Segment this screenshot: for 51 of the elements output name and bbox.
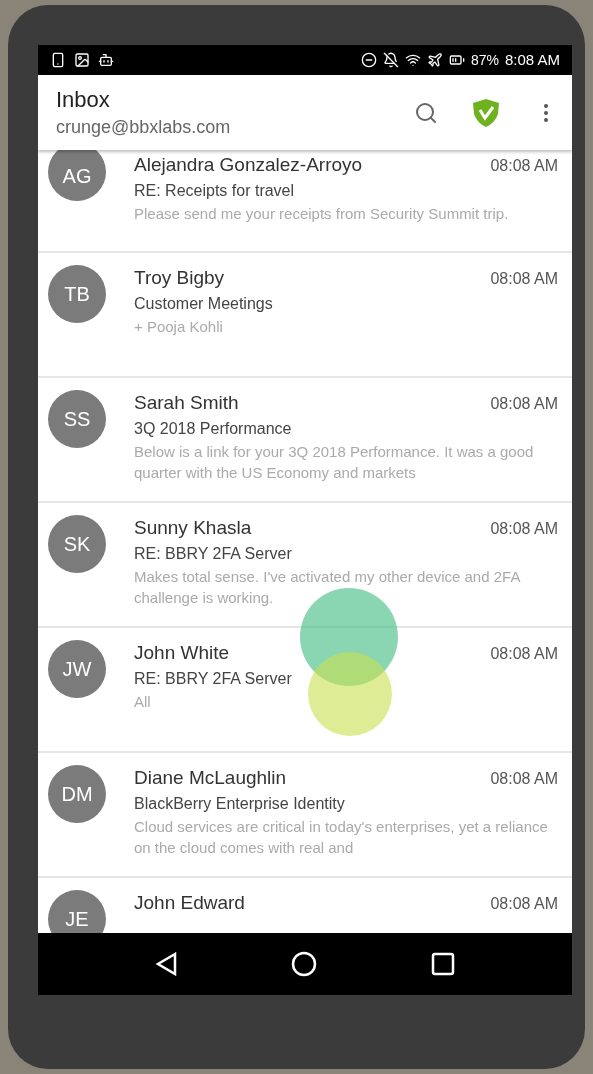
message-subject: 3Q 2018 Performance bbox=[134, 419, 293, 439]
message-subject: RE: Receipts for travel bbox=[134, 181, 296, 201]
message-subject: RE: BBRY 2FA Server bbox=[134, 669, 293, 689]
avatar: JE bbox=[48, 890, 106, 933]
sender-name: Sarah Smith bbox=[134, 391, 239, 415]
battery-icon bbox=[448, 52, 465, 68]
minus-circle-icon bbox=[360, 52, 377, 68]
avatar: JW bbox=[48, 640, 106, 698]
home-icon[interactable] bbox=[291, 951, 317, 977]
robot-icon bbox=[98, 52, 114, 68]
phone-icon bbox=[50, 52, 66, 68]
sender-name: Alejandra Gonzalez-Arroyo bbox=[134, 153, 363, 177]
avatar: TB bbox=[48, 265, 106, 323]
recents-icon[interactable] bbox=[431, 952, 455, 976]
sender-name: Sunny Khasla bbox=[134, 516, 252, 540]
sender-name: Troy Bigby bbox=[134, 266, 225, 290]
header-title: Inbox bbox=[56, 85, 111, 114]
message-preview: Cloud services are critical in today's enterprises, yet a reliance on the cloud comes with real and bbox=[134, 817, 549, 858]
back-icon[interactable] bbox=[155, 952, 177, 976]
avatar: SS bbox=[48, 390, 106, 448]
search-icon[interactable] bbox=[414, 100, 438, 125]
avatar: DM bbox=[48, 765, 106, 823]
message-time: 08:08 AM bbox=[490, 644, 558, 664]
message-preview: + Pooja Kohli bbox=[134, 317, 224, 337]
account-email: crunge@bbxlabs.com bbox=[56, 115, 231, 139]
clock-time: 8:08 AM bbox=[504, 49, 560, 70]
sender-name: Diane McLaughlin bbox=[134, 766, 287, 790]
bell-off-icon bbox=[382, 52, 399, 68]
message-preview: All bbox=[134, 692, 152, 712]
message-time: 08:08 AM bbox=[490, 519, 558, 539]
wifi-icon bbox=[404, 52, 421, 68]
avatar: SK bbox=[48, 515, 106, 573]
message-preview: Below is a link for your 3Q 2018 Performance. It was a good quarter with the US Economy and markets bbox=[134, 442, 535, 483]
message-time: 08:08 AM bbox=[490, 769, 558, 789]
avatar: AG bbox=[48, 150, 106, 201]
message-time: 08:08 AM bbox=[490, 394, 558, 414]
message-subject: RE: BBRY 2FA Server bbox=[134, 544, 293, 564]
battery-percent: 87% bbox=[470, 50, 499, 70]
message-time: 08:08 AM bbox=[490, 894, 558, 914]
message-preview: Please send me your receipts from Security Summit trip. bbox=[134, 204, 510, 224]
message-subject: Customer Meetings bbox=[134, 294, 274, 314]
message-subject: BlackBerry Enterprise Identity bbox=[134, 794, 346, 814]
airplane-icon bbox=[426, 52, 443, 68]
message-preview: Makes total sense. I've activated my other device and 2FA challenge is working. bbox=[134, 567, 522, 608]
sender-name: John Edward bbox=[134, 891, 245, 915]
message-time: 08:08 AM bbox=[490, 156, 558, 176]
message-row[interactable]: AG Alejandra Gonzalez-Arroyo 08:08 AM RE: Receipts for travel Please send me your receipts from Security Summit trip. bbox=[38, 150, 572, 253]
image-icon bbox=[74, 52, 90, 68]
sender-name: John White bbox=[134, 641, 230, 665]
shield-icon[interactable] bbox=[472, 97, 500, 128]
message-time: 08:08 AM bbox=[490, 269, 558, 289]
